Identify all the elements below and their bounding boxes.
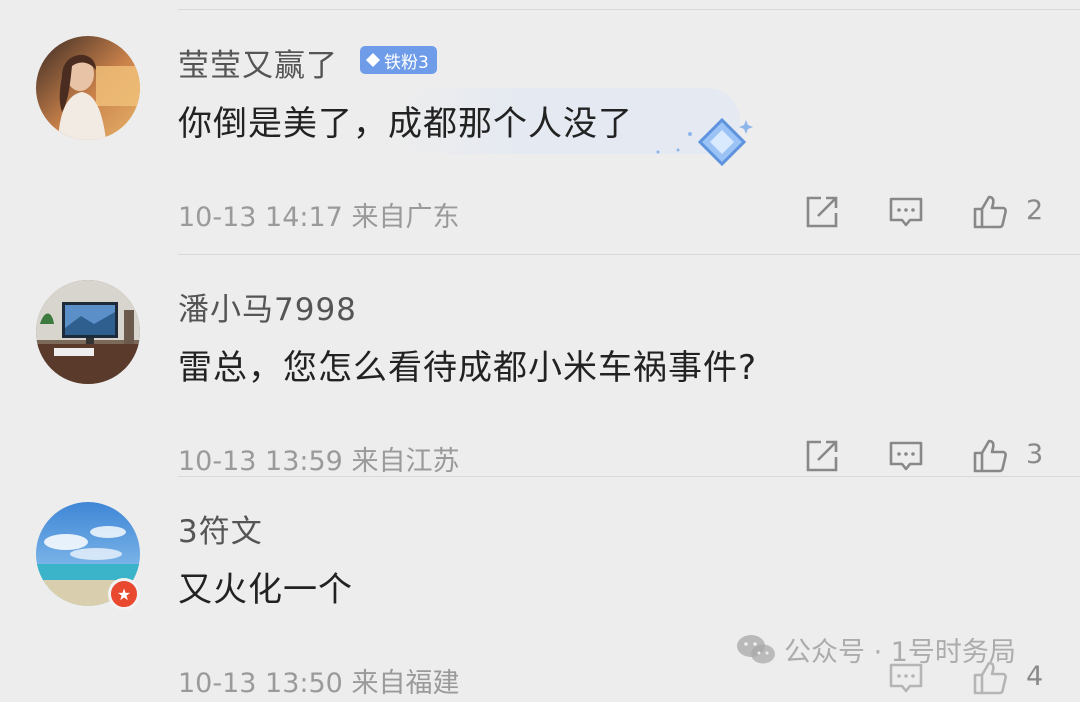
comment-meta: 10-13 13:50 来自福建 (178, 661, 459, 700)
comment-divider (178, 254, 1080, 255)
share-icon[interactable] (804, 438, 840, 474)
like-count: 3 (1026, 439, 1044, 470)
comment-meta: 10-13 13:59 来自江苏 (178, 439, 459, 478)
comment-text: 雷总，您怎么看待成都小米车祸事件? (178, 348, 758, 388)
comment-icon[interactable] (888, 438, 924, 474)
fan-badge[interactable]: 铁粉3 (360, 46, 437, 74)
avatar[interactable] (36, 280, 140, 384)
fan-badge-label: 铁粉3 (384, 52, 429, 73)
top-divider (178, 9, 1080, 10)
comment-item: 莹莹又赢了 铁粉3 你倒是美了，成都那个人没了 10-13 14:17 来自广东… (0, 14, 1080, 236)
like-count: 4 (1026, 661, 1044, 692)
avatar[interactable] (36, 36, 140, 140)
watermark-text: 公众号 · 1号时务局 (784, 637, 1016, 668)
wechat-icon (737, 634, 775, 663)
like-count: 2 (1026, 195, 1044, 226)
share-icon[interactable] (804, 194, 840, 230)
comment-location: 来自广东 (351, 202, 460, 233)
comment-location: 来自福建 (351, 668, 460, 699)
username[interactable]: 莹莹又赢了 (178, 40, 338, 85)
comment-icon[interactable] (888, 194, 924, 230)
comment-divider (178, 476, 1080, 477)
verified-star-badge-icon: ★ (108, 578, 140, 610)
diamond-decoration-icon (656, 117, 753, 167)
thumbs-up-icon[interactable] (972, 438, 1008, 474)
diamond-icon (366, 53, 380, 67)
thumbs-up-icon[interactable] (972, 194, 1008, 230)
username[interactable]: 潘小马7998 (178, 284, 357, 329)
comment-location: 来自江苏 (351, 446, 460, 477)
comment-text: 又火化一个 (178, 570, 353, 610)
comment-text: 你倒是美了，成都那个人没了 (178, 104, 633, 144)
comment-meta: 10-13 14:17 来自广东 (178, 195, 459, 234)
username[interactable]: 3符文 (178, 506, 263, 551)
comment-time: 10-13 13:50 (178, 668, 343, 699)
comment-time: 10-13 14:17 (178, 202, 343, 233)
watermark: 公众号 · 1号时务局 (736, 630, 1016, 669)
comment-item: 潘小马7998 雷总，您怎么看待成都小米车祸事件? 10-13 13:59 来自… (0, 258, 1080, 480)
comment-time: 10-13 13:59 (178, 446, 343, 477)
